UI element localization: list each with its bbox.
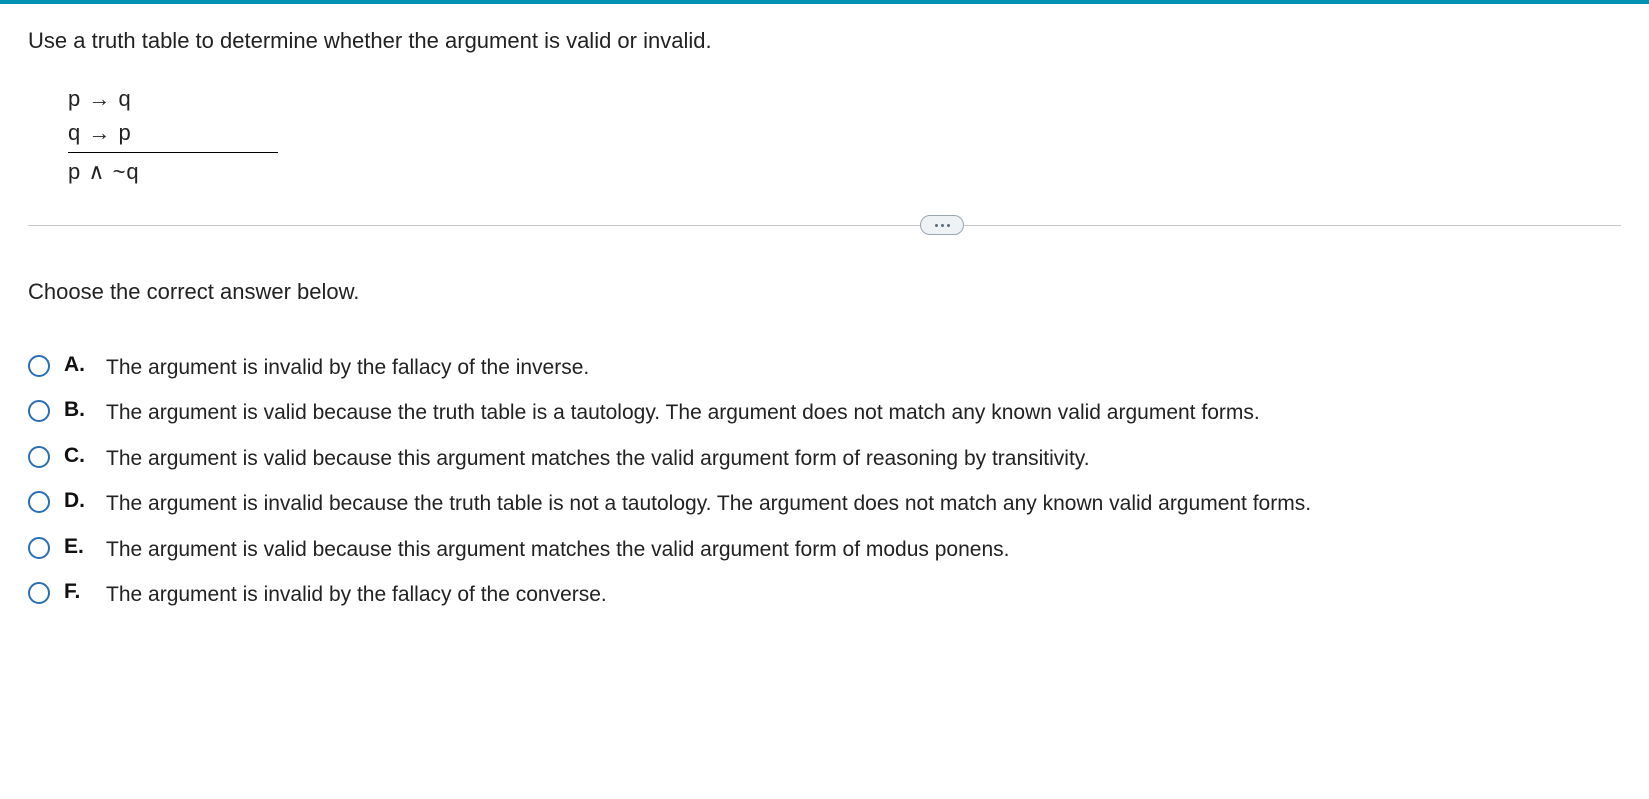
content-area: Use a truth table to determine whether t… — [0, 4, 1649, 657]
ellipsis-icon — [947, 224, 950, 227]
choice-letter: E. — [64, 535, 92, 559]
instruction-text: Choose the correct answer below. — [28, 279, 1621, 305]
choice-letter: F. — [64, 580, 92, 604]
ellipsis-icon — [935, 224, 938, 227]
divider-line — [28, 225, 1621, 226]
argument-conclusion: p ∧ ~q — [68, 152, 278, 185]
choice-text: The argument is valid because this argum… — [106, 535, 1009, 564]
radio-b[interactable] — [28, 400, 50, 422]
choice-text: The argument is valid because this argum… — [106, 444, 1090, 473]
choice-text: The argument is invalid by the fallacy o… — [106, 580, 607, 609]
argument-premise-1: p → q — [68, 82, 1621, 116]
choice-text: The argument is invalid because the trut… — [106, 489, 1311, 518]
argument-block: p → q q → p p ∧ ~q — [68, 82, 1621, 185]
expand-button[interactable] — [920, 215, 964, 235]
choice-c[interactable]: C. The argument is valid because this ar… — [28, 436, 1621, 481]
radio-a[interactable] — [28, 355, 50, 377]
choice-text: The argument is invalid by the fallacy o… — [106, 353, 589, 382]
choices-list: A. The argument is invalid by the fallac… — [28, 345, 1621, 617]
choice-letter: B. — [64, 398, 92, 422]
radio-e[interactable] — [28, 537, 50, 559]
page-container: Use a truth table to determine whether t… — [0, 0, 1649, 657]
choice-letter: A. — [64, 353, 92, 377]
question-text: Use a truth table to determine whether t… — [28, 28, 1621, 54]
choice-e[interactable]: E. The argument is valid because this ar… — [28, 527, 1621, 572]
choice-f[interactable]: F. The argument is invalid by the fallac… — [28, 572, 1621, 617]
choice-letter: C. — [64, 444, 92, 468]
ellipsis-icon — [941, 224, 944, 227]
choice-text: The argument is valid because the truth … — [106, 398, 1260, 427]
choice-d[interactable]: D. The argument is invalid because the t… — [28, 481, 1621, 526]
radio-d[interactable] — [28, 491, 50, 513]
section-divider — [28, 215, 1621, 235]
argument-premise-2: q → p — [68, 116, 1621, 150]
radio-f[interactable] — [28, 582, 50, 604]
radio-c[interactable] — [28, 446, 50, 468]
choice-letter: D. — [64, 489, 92, 513]
choice-a[interactable]: A. The argument is invalid by the fallac… — [28, 345, 1621, 390]
choice-b[interactable]: B. The argument is valid because the tru… — [28, 390, 1621, 435]
